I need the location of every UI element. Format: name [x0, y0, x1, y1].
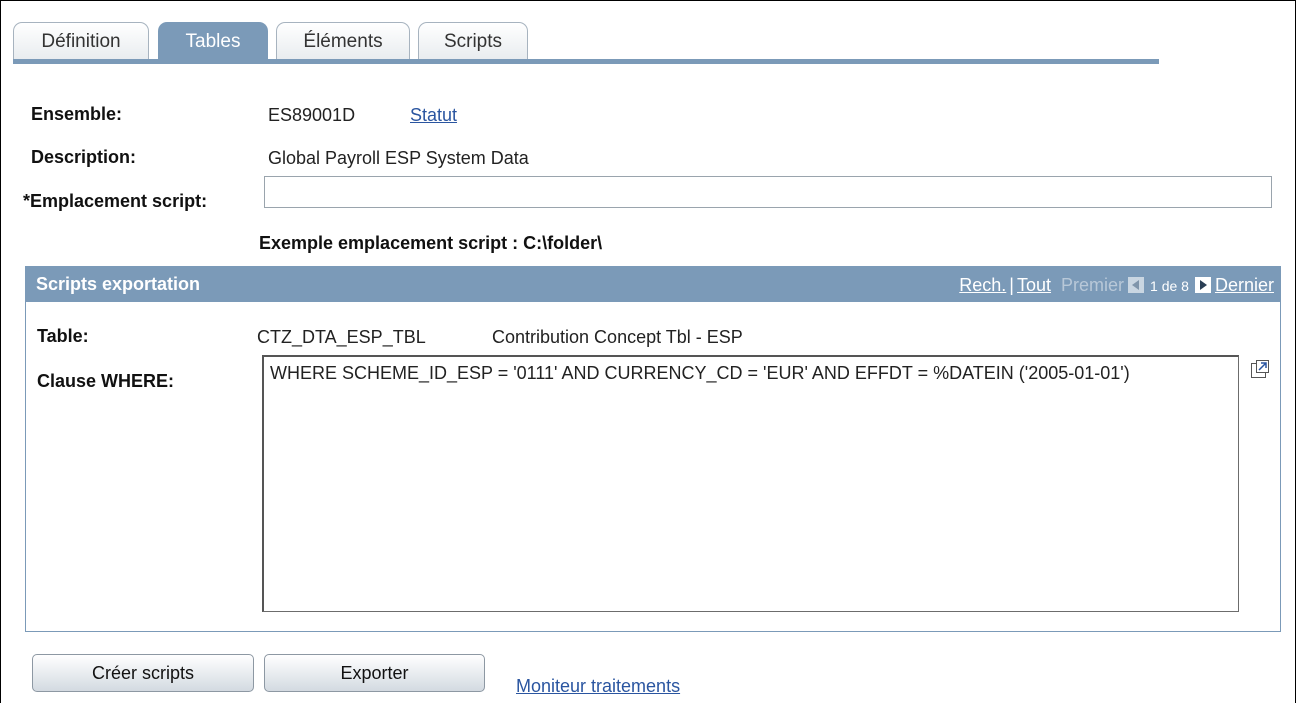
tab-definition[interactable]: Définition — [13, 22, 149, 60]
nav-separator: | — [1009, 275, 1014, 295]
tab-underline — [13, 59, 1159, 64]
tab-scripts[interactable]: Scripts — [418, 22, 528, 60]
table-description: Contribution Concept Tbl - ESP — [492, 327, 743, 347]
script-location-label: *Emplacement script: — [23, 191, 208, 211]
ensemble-label: Ensemble: — [31, 104, 123, 124]
table-name: CTZ_DTA_ESP_TBL — [257, 327, 426, 347]
create-scripts-button[interactable]: Créer scripts — [32, 654, 254, 692]
grid-title: Scripts exportation — [36, 274, 201, 294]
description-value: Global Payroll ESP System Data — [268, 148, 529, 168]
example-text: Exemple emplacement script : C:\folder\ — [259, 233, 603, 253]
first-label: Premier — [1061, 275, 1125, 295]
grid-navigation: Rech. | Tout Premier 1 de 8 Dernier — [959, 275, 1274, 296]
description-label: Description: — [31, 147, 137, 167]
view-all-link[interactable]: Tout — [1017, 275, 1051, 296]
ensemble-value: ES89001D — [268, 105, 356, 125]
statut-link[interactable]: Statut — [410, 105, 457, 126]
table-label: Table: — [37, 326, 89, 346]
expand-icon[interactable] — [1250, 359, 1270, 379]
next-arrow-icon[interactable] — [1194, 276, 1211, 293]
last-link[interactable]: Dernier — [1215, 275, 1274, 296]
tab-tables[interactable]: Tables — [158, 22, 268, 60]
script-location-input[interactable] — [264, 176, 1272, 208]
grid-header: Scripts exportation Rech. | Tout Premier… — [26, 267, 1280, 302]
where-clause-label: Clause WHERE: — [37, 371, 175, 391]
find-link[interactable]: Rech. — [959, 275, 1006, 296]
export-button[interactable]: Exporter — [264, 654, 485, 692]
process-monitor-link[interactable]: Moniteur traitements — [516, 676, 680, 697]
row-count: 1 de 8 — [1150, 277, 1189, 294]
tab-elements[interactable]: Éléments — [276, 22, 410, 60]
where-clause-textarea[interactable]: WHERE SCHEME_ID_ESP = '0111' AND CURRENC… — [262, 355, 1239, 612]
previous-arrow-icon — [1128, 276, 1145, 293]
